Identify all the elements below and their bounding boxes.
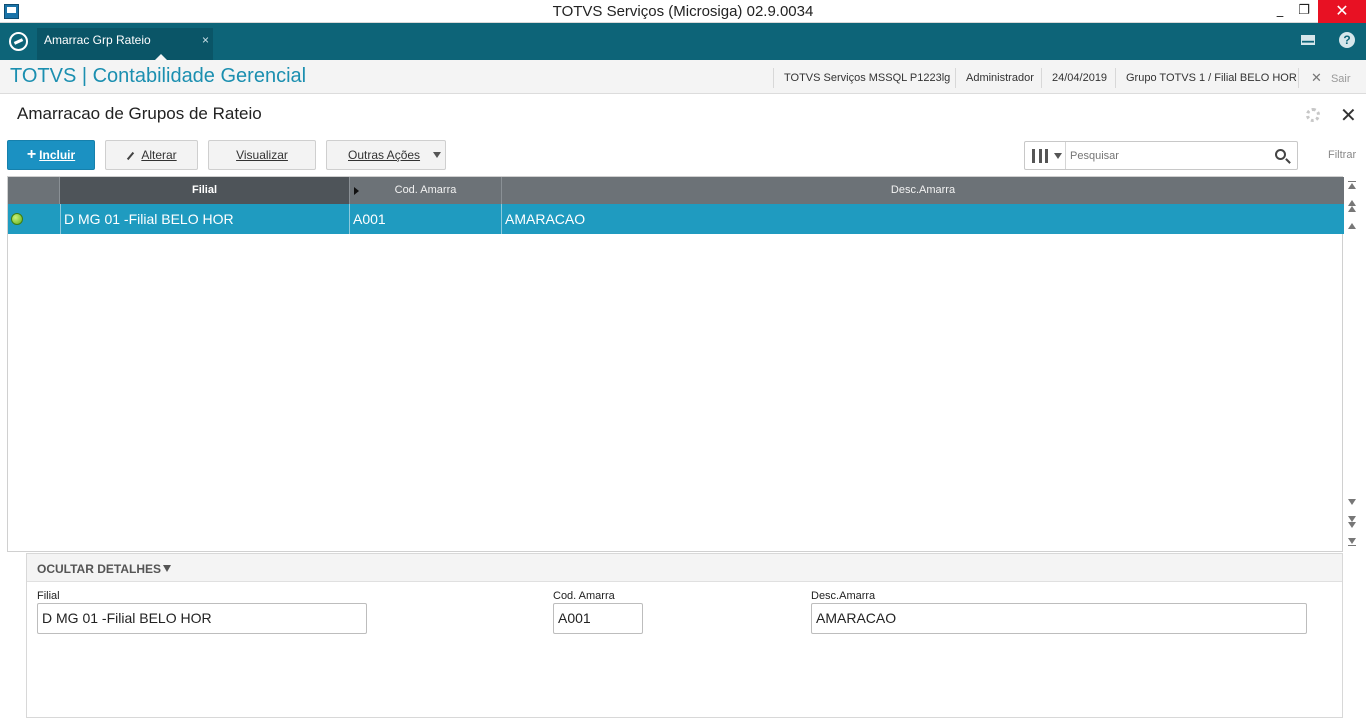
columns-icon[interactable] <box>1032 149 1048 163</box>
table-row[interactable]: D MG 01 -Filial BELO HOR A001 AMARACAO <box>8 204 1344 234</box>
filter-link[interactable]: Filtrar <box>1328 149 1356 161</box>
outras-acoes-button[interactable]: Outras Ações <box>326 140 446 170</box>
page-down-icon-2 <box>1348 522 1356 528</box>
data-grid: Filial Cod. Amarra Desc.Amarra D MG 01 -… <box>7 176 1344 552</box>
column-header-filial[interactable]: Filial <box>60 177 350 204</box>
tab-amarrac-grp-rateio[interactable]: Amarrac Grp Rateio [02.9.0034] × <box>37 28 213 72</box>
details-toggle-label: OCULTAR DETALHES <box>37 562 161 576</box>
cell-filial[interactable]: D MG 01 -Filial BELO HOR <box>60 204 350 234</box>
maximize-button[interactable]: ❐ <box>1288 0 1320 23</box>
filial-label: Filial <box>37 590 60 602</box>
search-box <box>1024 141 1298 170</box>
cod-amarra-label: Cod. Amarra <box>553 590 615 602</box>
cell-desc-amarra[interactable]: AMARACAO <box>502 204 1344 234</box>
chevron-down-icon <box>163 565 171 572</box>
status-cell <box>8 204 60 234</box>
module-title: TOTVS | Contabilidade Gerencial <box>10 65 307 87</box>
cod-amarra-field[interactable]: A001 <box>553 603 643 634</box>
search-input[interactable] <box>1070 147 1265 165</box>
mail-icon[interactable] <box>1301 35 1315 45</box>
scroll-bottom-icon[interactable] <box>1348 538 1356 544</box>
desc-amarra-field[interactable]: AMARACAO <box>811 603 1307 634</box>
search-icon[interactable] <box>1275 149 1286 160</box>
status-ok-icon <box>11 213 23 225</box>
scroll-up-icon[interactable] <box>1348 223 1356 229</box>
chevron-down-icon <box>433 152 441 158</box>
outras-acoes-label: Outras Ações <box>348 148 421 162</box>
details-panel: OCULTAR DETALHES Filial D MG 01 -Filial … <box>26 553 1343 718</box>
close-page-icon[interactable]: ✕ <box>1340 103 1357 127</box>
alterar-button[interactable]: Alterar <box>105 140 198 170</box>
grid-scrollbar[interactable] <box>1344 176 1361 552</box>
column-header-cod-label: Cod. Amarra <box>394 184 457 196</box>
alterar-label: Alterar <box>141 148 177 162</box>
incluir-label: Incluir <box>39 148 76 162</box>
filial-field[interactable]: D MG 01 -Filial BELO HOR <box>37 603 367 634</box>
help-icon[interactable]: ? <box>1339 32 1355 48</box>
page-up-icon-2 <box>1348 206 1356 212</box>
window-titlebar: TOTVS Serviços (Microsiga) 02.9.0034 _ ❐… <box>0 0 1366 23</box>
user-info: Administrador <box>955 68 1041 88</box>
scroll-top-icon[interactable] <box>1348 183 1356 189</box>
grid-header: Filial Cod. Amarra Desc.Amarra <box>8 177 1344 204</box>
desc-amarra-label: Desc.Amarra <box>811 590 876 602</box>
search-index-dropdown-icon[interactable] <box>1054 153 1062 159</box>
app-tabbar: Amarrac Grp Rateio [02.9.0034] × ? <box>0 23 1366 72</box>
environment-info: TOTVS Serviços MSSQL P1223lg <box>773 68 955 88</box>
incluir-button[interactable]: + Incluir <box>7 140 95 170</box>
cell-cod-amarra[interactable]: A001 <box>350 204 502 234</box>
gear-icon[interactable] <box>1306 108 1320 122</box>
date-info: 24/04/2019 <box>1041 68 1115 88</box>
group-info[interactable]: Grupo TOTVS 1 / Filial BELO HOR <box>1115 68 1298 88</box>
exit-button[interactable]: ✕ Sair <box>1298 68 1366 88</box>
column-header-desc-amarra[interactable]: Desc.Amarra <box>502 177 1344 204</box>
module-header: TOTVS | Contabilidade Gerencial TOTVS Se… <box>0 60 1366 94</box>
visualizar-button[interactable]: Visualizar <box>208 140 316 170</box>
exit-icon: ✕ <box>1311 70 1322 85</box>
tab-close-icon[interactable]: × <box>202 28 209 53</box>
exit-label: Sair <box>1330 73 1351 85</box>
totvs-logo-icon[interactable] <box>9 32 28 51</box>
window-title: TOTVS Serviços (Microsiga) 02.9.0034 <box>552 3 814 20</box>
scroll-top-bar <box>1348 181 1356 182</box>
details-toggle[interactable]: OCULTAR DETALHES <box>27 554 1342 582</box>
column-header-cod-amarra[interactable]: Cod. Amarra <box>350 177 502 204</box>
scroll-down-icon[interactable] <box>1348 499 1356 505</box>
page-title: Amarracao de Grupos de Rateio <box>17 104 262 123</box>
search-divider <box>1065 142 1066 169</box>
sort-arrow-icon <box>354 187 359 195</box>
plus-icon: + <box>26 146 37 163</box>
visualizar-label: Visualizar <box>236 148 288 162</box>
window-close-button[interactable]: ✕ <box>1318 0 1366 23</box>
column-header-status <box>8 177 60 204</box>
pencil-icon <box>127 151 135 160</box>
scroll-bottom-bar <box>1348 545 1356 546</box>
